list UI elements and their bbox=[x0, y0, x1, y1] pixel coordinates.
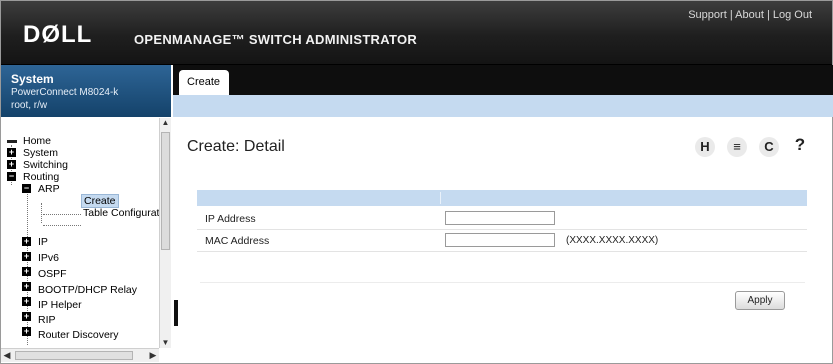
expand-icon[interactable]: + bbox=[22, 267, 31, 276]
expand-icon[interactable]: + bbox=[7, 148, 16, 157]
column-divider bbox=[440, 192, 441, 204]
nav-item-table-configuration[interactable]: Table Configurat bbox=[83, 207, 159, 219]
refresh-icon[interactable]: C bbox=[759, 137, 779, 157]
expand-icon[interactable]: + bbox=[22, 327, 31, 336]
dell-logo: DØLL bbox=[23, 21, 93, 48]
support-link[interactable]: Support bbox=[688, 9, 727, 21]
system-user: root, r/w bbox=[11, 100, 48, 111]
nav-item-arp[interactable]: ARP bbox=[38, 183, 60, 195]
apply-button[interactable]: Apply bbox=[735, 291, 785, 310]
product-title: OPENMANAGE™ SWITCH ADMINISTRATOR bbox=[134, 32, 418, 47]
scroll-right-arrow-icon[interactable]: ▶ bbox=[147, 349, 159, 362]
top-links: Support | About | Log Out bbox=[688, 9, 812, 21]
home-icon bbox=[7, 140, 17, 143]
expand-icon[interactable]: + bbox=[22, 282, 31, 291]
nav-item-switching[interactable]: Switching bbox=[23, 159, 68, 171]
scroll-down-arrow-icon[interactable]: ▼ bbox=[161, 338, 170, 348]
scroll-up-arrow-icon[interactable]: ▲ bbox=[161, 118, 170, 128]
system-model: PowerConnect M8024-k bbox=[11, 87, 119, 98]
nav-vertical-scrollbar[interactable]: ▲ ▼ bbox=[159, 118, 171, 348]
tab-create[interactable]: Create bbox=[179, 70, 229, 95]
tab-bar: Create bbox=[173, 65, 833, 95]
print-icon[interactable]: ≡ bbox=[727, 137, 747, 157]
system-title[interactable]: System bbox=[11, 72, 54, 86]
logout-link[interactable]: Log Out bbox=[773, 9, 812, 21]
nav-item-ip[interactable]: IP bbox=[38, 236, 48, 248]
collapse-icon[interactable]: − bbox=[7, 172, 16, 181]
form-row-mac: MAC Address (XXXX.XXXX.XXXX) bbox=[197, 230, 807, 252]
nav-tree: Home + System + Switching − Routing − AR… bbox=[1, 121, 171, 348]
link-separator: | bbox=[766, 9, 770, 21]
link-separator: | bbox=[729, 9, 733, 21]
mac-address-input[interactable] bbox=[445, 233, 555, 247]
tree-line bbox=[43, 225, 81, 226]
ip-address-input[interactable] bbox=[445, 211, 555, 225]
app-header: DØLL OPENMANAGE™ SWITCH ADMINISTRATOR Su… bbox=[1, 1, 832, 65]
mac-format-hint: (XXXX.XXXX.XXXX) bbox=[566, 235, 659, 246]
nav-item-ospf[interactable]: OSPF bbox=[38, 268, 67, 280]
nav-item-home[interactable]: Home bbox=[23, 135, 51, 147]
scroll-thumb[interactable] bbox=[15, 351, 133, 360]
nav-item-rip[interactable]: RIP bbox=[38, 314, 56, 326]
nav-horizontal-scrollbar[interactable]: ◀ ▶ bbox=[1, 348, 159, 362]
panel-splitter-handle[interactable] bbox=[174, 300, 178, 326]
tab-strip bbox=[173, 95, 833, 117]
nav-item-router-discovery[interactable]: Router Discovery bbox=[38, 329, 119, 341]
scroll-left-arrow-icon[interactable]: ◀ bbox=[1, 349, 13, 362]
nav-item-bootp-dhcp-relay[interactable]: BOOTP/DHCP Relay bbox=[38, 284, 137, 296]
nav-item-create[interactable]: Create bbox=[81, 194, 119, 208]
help-icon[interactable]: ? bbox=[790, 135, 810, 155]
tree-line bbox=[43, 214, 81, 215]
page-title: Create: Detail bbox=[187, 138, 285, 155]
expand-icon[interactable]: + bbox=[7, 160, 16, 169]
tree-line bbox=[41, 203, 42, 223]
divider bbox=[200, 282, 805, 283]
system-info-panel: System PowerConnect M8024-k root, r/w bbox=[1, 65, 171, 117]
expand-icon[interactable]: + bbox=[22, 297, 31, 306]
ip-address-label: IP Address bbox=[205, 213, 256, 225]
nav-item-ipv6[interactable]: IPv6 bbox=[38, 252, 59, 264]
expand-icon[interactable]: + bbox=[22, 252, 31, 261]
nav-item-ip-helper[interactable]: IP Helper bbox=[38, 299, 82, 311]
scroll-thumb[interactable] bbox=[161, 132, 170, 250]
mac-address-label: MAC Address bbox=[205, 235, 270, 247]
form-table-header bbox=[197, 190, 807, 206]
nav-item-routing[interactable]: Routing bbox=[23, 171, 59, 183]
collapse-icon[interactable]: − bbox=[22, 184, 31, 193]
expand-icon[interactable]: + bbox=[22, 237, 31, 246]
expand-icon[interactable]: + bbox=[22, 312, 31, 321]
form-row-ip: IP Address bbox=[197, 208, 807, 230]
about-link[interactable]: About bbox=[735, 9, 764, 21]
nav-item-system[interactable]: System bbox=[23, 147, 58, 159]
save-icon[interactable]: H bbox=[695, 137, 715, 157]
